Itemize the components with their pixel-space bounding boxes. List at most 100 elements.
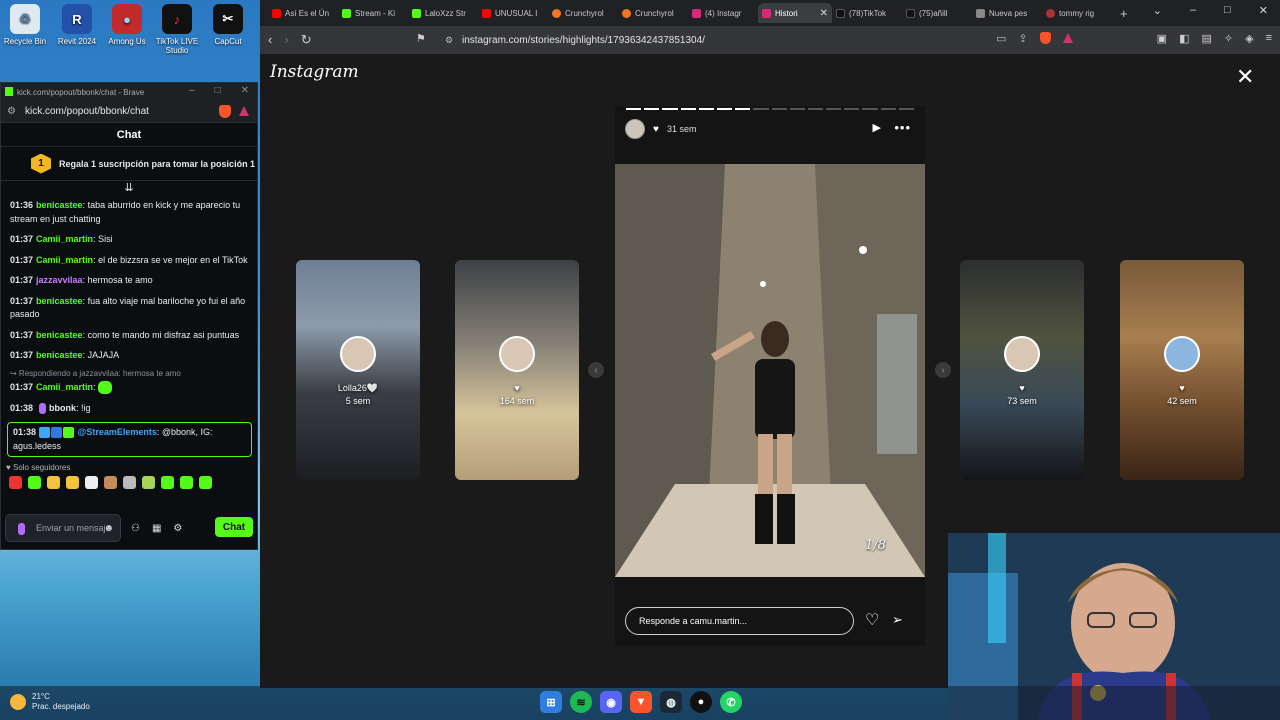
emote-icon[interactable] [180,476,193,489]
emote-icon[interactable] [28,476,41,489]
address-bar[interactable]: ⚙ kick.com/popout/bbonk/chat [1,101,257,123]
story-preview-card[interactable]: Lolla26🤍 5 sem [296,260,420,480]
chevron-down-icon[interactable]: ⌄ [1153,4,1162,17]
story-preview-card[interactable]: ♥ 164 sem [455,260,579,480]
close-icon[interactable]: ✕ [241,85,249,96]
emote-icon[interactable] [199,476,212,489]
store-icon[interactable]: ▦ [152,523,161,534]
forward-icon[interactable]: › [284,32,288,48]
browser-tab[interactable]: Así Es el Ún [268,3,338,23]
new-tab-button[interactable]: + [1120,6,1128,21]
maximize-icon[interactable]: □ [1224,4,1231,17]
story-reply-input[interactable]: Responde a camu.martin... [625,607,854,635]
message-username[interactable]: jazzavvilaa [36,275,83,285]
message-username[interactable]: benicastee [36,200,83,210]
emoji-picker-icon[interactable]: ☻ [103,523,114,534]
back-icon[interactable]: ‹ [268,32,272,48]
menu-icon[interactable]: ≡ [1266,32,1272,45]
next-story-button[interactable]: › [935,362,951,378]
url-bar[interactable]: ⚙ instagram.com/stories/highlights/17936… [438,30,1078,50]
browser-tab[interactable]: Nueva pes [972,3,1042,23]
discord-icon[interactable]: ◉ [600,691,622,713]
message-username[interactable]: Camii_martin [36,234,93,244]
browser-tab[interactable]: Crunchyrol [548,3,618,23]
emote-icon[interactable] [123,476,136,489]
among-us-shortcut[interactable]: ● Among Us [102,4,152,46]
steam-icon[interactable]: ◍ [660,691,682,713]
message-username[interactable]: @StreamElements [78,427,157,437]
share-icon[interactable]: ⇪ [1018,32,1027,45]
message-username[interactable]: benicastee [36,296,83,306]
avatar[interactable] [625,119,645,139]
cast-icon[interactable]: ▭ [996,32,1006,45]
maximize-icon[interactable]: □ [215,85,221,96]
emote-icon[interactable] [104,476,117,489]
send-icon[interactable]: ➢ [892,612,903,628]
gear-icon[interactable]: ⚙ [173,523,182,534]
leo-ai-icon[interactable]: ✧ [1224,32,1233,45]
browser-tab[interactable]: (4) Instagr [688,3,758,23]
close-tab-icon[interactable]: ✕ [820,8,828,19]
site-info-icon[interactable]: ⚙ [445,35,453,46]
gift-sub-banner[interactable]: 1 Regala 1 suscripción para tomar la pos… [1,147,257,181]
tiktok-live-studio-shortcut[interactable]: ♪ TikTok LIVE Studio [152,4,202,55]
message-username[interactable]: bbonk [49,403,76,413]
site-settings-icon[interactable]: ⚙ [7,106,16,117]
whatsapp-icon[interactable]: ✆ [720,691,742,713]
browser-tab[interactable]: UNUSUAL I [478,3,548,23]
instagram-logo[interactable]: Instagram [270,62,359,82]
like-heart-icon[interactable]: ♡ [865,610,879,630]
emote-icon[interactable] [161,476,174,489]
brave-shield-icon[interactable] [219,105,231,118]
chat-message-input[interactable]: Enviar un mensaje ☻ [5,514,121,542]
capcut-shortcut[interactable]: ✂ CapCut [203,4,253,46]
close-icon[interactable]: ✕ [1259,4,1268,17]
windows-start-icon[interactable]: ⊞ [540,691,562,713]
browser-tab[interactable]: Crunchyrol [618,3,688,23]
emote-icon[interactable] [85,476,98,489]
story-photo[interactable]: 1/8 [615,164,925,577]
story-preview-card[interactable]: ♥ 42 sem [1120,260,1244,480]
vpn-icon[interactable]: ◈ [1245,32,1253,45]
weather-widget[interactable]: 21°C Prac. despejado [10,692,90,712]
emote-icon[interactable] [142,476,155,489]
browser-tab-active[interactable]: Histori ✕ [758,3,832,23]
reload-icon[interactable]: ↻ [301,32,312,48]
message-username[interactable]: benicastee [36,330,83,340]
message-username[interactable]: Camii_martin [36,255,93,265]
message-username[interactable]: benicastee [36,350,83,360]
close-stories-icon[interactable]: ✕ [1236,66,1254,88]
story-preview-card[interactable]: ♥ 73 sem [960,260,1084,480]
scroll-down-icon[interactable]: ⇊ [1,181,257,197]
minimize-icon[interactable]: – [1190,4,1196,17]
browser-tab[interactable]: tommy rig [1042,3,1112,23]
browser-tab[interactable]: (75)añill [902,3,972,23]
message-time: 01:37 [10,350,34,360]
browser-tab[interactable]: Stream - Ki [338,3,408,23]
brave-browser-icon[interactable]: ▼ [630,691,652,713]
more-options-icon[interactable]: ••• [894,120,911,135]
previous-story-button[interactable]: ‹ [588,362,604,378]
send-chat-button[interactable]: Chat [215,517,253,537]
play-icon[interactable]: ▶ [873,121,881,134]
story-author: Lolla26🤍 [337,383,379,393]
wallet-icon[interactable]: ▤ [1201,32,1211,45]
brave-shield-icon[interactable] [1039,32,1051,44]
message-username[interactable]: Camii_martin [36,382,93,392]
emote-icon[interactable] [47,476,60,489]
minimize-icon[interactable]: – [189,85,195,96]
github-icon[interactable]: ● [690,691,712,713]
extensions-icon[interactable]: ▣ [1157,32,1167,45]
users-icon[interactable]: ⚇ [131,523,140,534]
brave-rewards-icon[interactable] [1062,33,1073,43]
bookmark-icon[interactable]: ⚑ [416,32,426,45]
browser-tab[interactable]: (78)TikTok [832,3,902,23]
recycle-bin-shortcut[interactable]: ♻ Recycle Bin [0,4,50,46]
browser-tab[interactable]: LaloXzz Str [408,3,478,23]
sidebar-icon[interactable]: ◧ [1179,32,1189,45]
revit-shortcut[interactable]: R Revit 2024 [52,4,102,46]
brave-rewards-icon[interactable] [239,106,249,116]
emote-icon[interactable] [9,476,22,489]
emote-icon[interactable] [66,476,79,489]
spotify-icon[interactable]: ≋ [570,691,592,713]
